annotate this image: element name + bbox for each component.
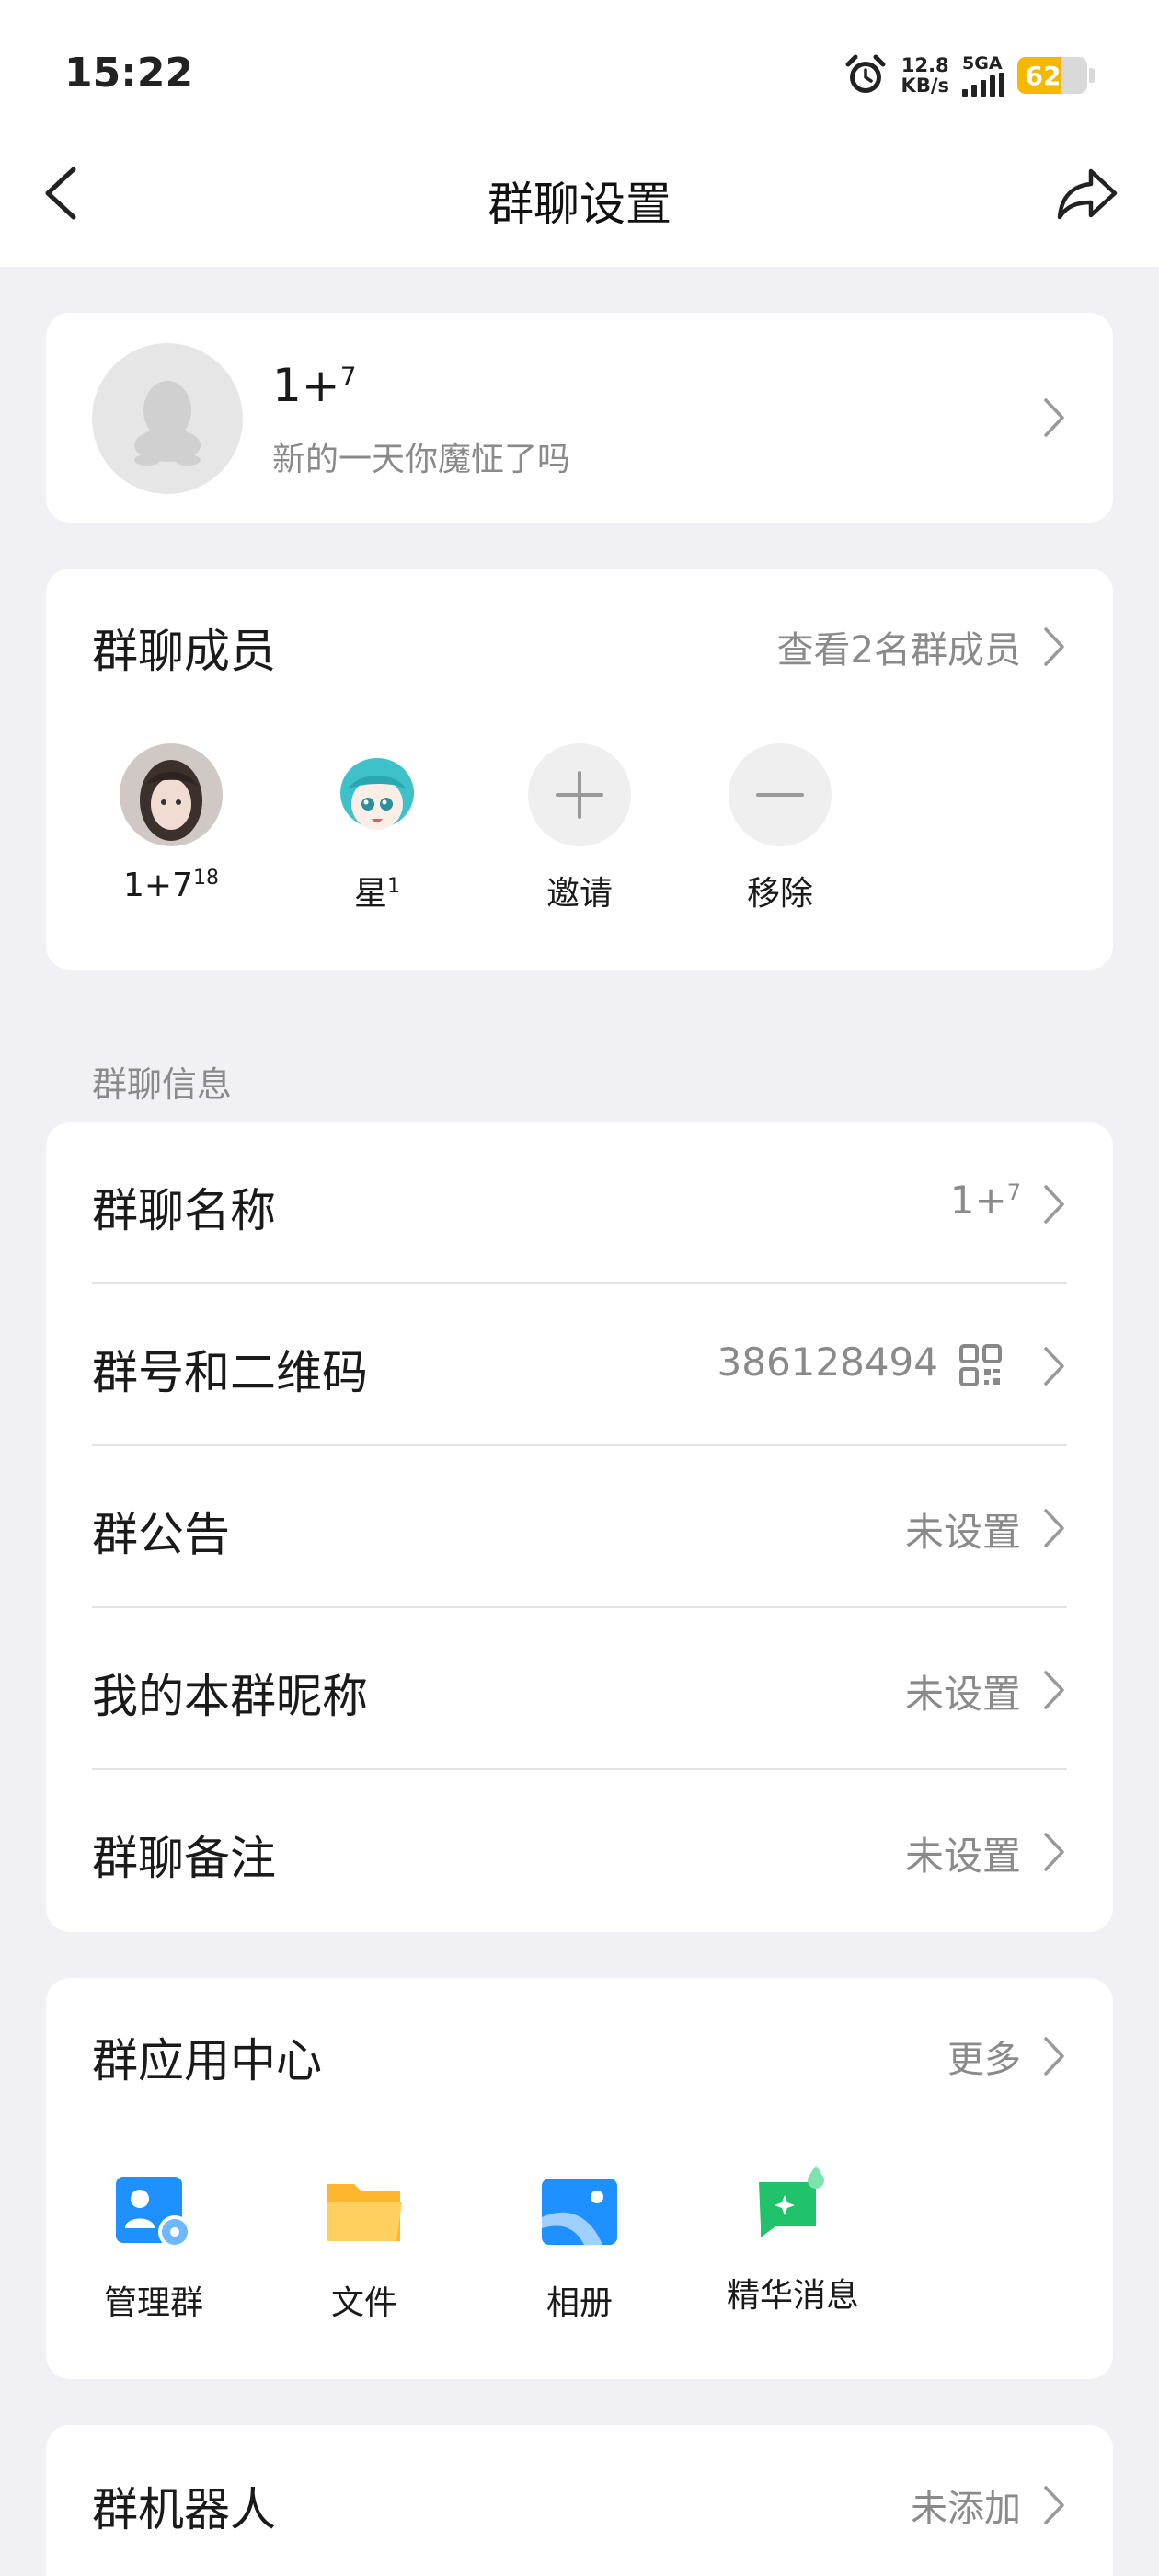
apps-more-link[interactable]: 更多 [947,2030,1021,2083]
member-avatar[interactable] [120,743,223,846]
status-time: 15:22 [64,50,194,97]
group-description: 新的一天你魔怔了吗 [272,441,571,478]
folder-icon [327,2184,402,2241]
row-label: 群公告 [92,1508,230,1561]
row-value: 未设置 [904,1672,1021,1717]
chevron-right-icon[interactable] [1041,2033,1067,2079]
row-label: 群聊名称 [92,1184,276,1237]
app-album[interactable]: 相册 [488,2169,671,2324]
share-icon[interactable] [1050,158,1124,232]
group-avatar[interactable] [92,343,243,494]
members-card: 群聊成员 查看2名群成员 1+718 星1 邀请 移除 [46,569,1113,970]
chevron-right-icon [1044,2486,1064,2524]
group-remark-row[interactable]: 群聊备注 未设置 [46,1770,1113,1932]
row-value: 未设置 [904,1510,1021,1555]
chevron-right-icon [1044,398,1064,437]
network-type: 5GA [962,53,1003,74]
member-name-text: 1+7 [123,867,193,904]
remove-circle[interactable] [729,743,832,846]
group-name: 1+7 [272,359,357,412]
app-label: 文件 [330,2284,397,2322]
row-label: 我的本群昵称 [92,1670,368,1723]
member-photo-avatar-icon [120,743,223,846]
battery-cap [1089,68,1095,83]
app-files[interactable]: 文件 [272,2169,456,2324]
album-icon [542,2179,617,2245]
members-title: 群聊成员 [92,625,276,678]
group-profile-card[interactable]: 1+7 新的一天你魔怔了吗 [46,313,1113,523]
remove-member-button[interactable]: 移除 [697,743,863,914]
net-speed-unit: KB/s [901,75,949,97]
default-avatar-icon [134,381,201,466]
chevron-right-icon [1044,1509,1064,1547]
info-section-label: 群聊信息 [92,1064,233,1105]
member-avatar[interactable] [326,743,429,846]
group-name-sup: 7 [339,361,357,392]
group-name-row[interactable]: 群聊名称 1+7 [46,1122,1113,1284]
group-robot-card[interactable]: 群机器人 未添加 [46,2425,1113,2576]
row-value: 未设置 [904,1834,1021,1879]
chevron-right-icon[interactable] [1041,624,1067,670]
row-value: 386128494 [717,1340,939,1385]
page-title: 群聊设置 [488,178,671,231]
row-value-sup: 7 [1006,1179,1021,1205]
robot-value: 未添加 [911,2488,1021,2530]
row-value-text: 1+ [949,1178,1007,1223]
member-name: 1+718 [88,867,254,904]
essence-message-icon [759,2166,824,2237]
group-name-text: 1+ [272,359,340,412]
invite-circle[interactable] [528,743,631,846]
net-speed-value: 12.8 [901,54,949,76]
cell-signal: 5GA [962,54,1004,97]
battery-icon: 62 [1017,57,1087,94]
chevron-right-icon [1044,1671,1064,1709]
chevron-right-icon [1044,1833,1064,1871]
apps-title: 群应用中心 [92,2034,322,2087]
app-label: 相册 [545,2284,613,2322]
member-name-text: 星 [353,875,387,913]
manage-group-icon [116,2177,191,2248]
row-label: 群号和二维码 [92,1346,368,1399]
group-apps-card: 群应用中心 更多 管理群 文件 相册 精华消息 [46,1978,1113,2379]
invite-label: 邀请 [545,875,613,913]
member-anime-avatar-icon [326,743,429,846]
alarm-icon [845,54,886,93]
minus-icon [756,793,804,797]
app-label: 管理群 [103,2284,203,2322]
status-bar: 15:22 12.8 KB/s 5GA 62 [0,0,1159,147]
battery-level: 62 [1025,60,1061,91]
app-essence-messages[interactable]: 精华消息 [701,2162,885,2317]
invite-member-button[interactable]: 邀请 [497,743,662,914]
view-members-link[interactable]: 查看2名群成员 [777,620,1021,673]
chevron-right-icon [1044,1347,1064,1386]
remove-label: 移除 [746,875,813,913]
member-name: 星1 [294,867,460,914]
status-icons: 12.8 KB/s 5GA 62 [843,46,1095,105]
member-item[interactable]: 星1 [294,743,460,914]
group-notice-row[interactable]: 群公告 未设置 [46,1446,1113,1608]
my-nickname-row[interactable]: 我的本群昵称 未设置 [46,1608,1113,1770]
app-manage-group[interactable]: 管理群 [62,2169,246,2324]
qr-code-icon[interactable] [958,1343,1003,1387]
group-number-row[interactable]: 群号和二维码 386128494 [46,1284,1113,1446]
row-value: 1+7 [950,1178,1021,1223]
member-level: 1 [387,875,400,898]
member-item[interactable]: 1+718 [88,743,254,904]
group-info-card: 群聊名称 1+7 群号和二维码 386128494 群公告 未设置 我的本群昵称… [46,1122,1113,1932]
plus-icon [556,771,603,819]
net-speed: 12.8 KB/s [901,55,949,96]
signal-bars-icon [962,73,1004,97]
chevron-right-icon [1044,1185,1064,1224]
app-label: 精华消息 [726,2277,859,2315]
robot-label: 群机器人 [92,2483,276,2536]
member-level: 18 [192,867,219,890]
row-label: 群聊备注 [92,1832,276,1885]
